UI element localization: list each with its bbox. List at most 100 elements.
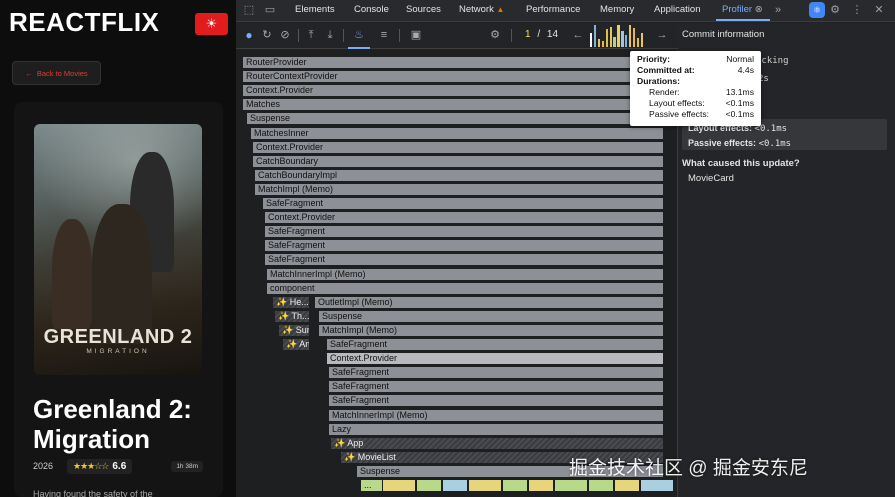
flamegraph-child-node[interactable] [614, 479, 640, 492]
flamegraph-node[interactable]: RouterProvider [242, 56, 664, 69]
flamegraph-node[interactable]: MatchInnerImpl (Memo) [328, 408, 664, 422]
record-icon[interactable]: ● [242, 28, 256, 42]
next-commit-icon[interactable]: → [655, 28, 669, 42]
commit-bar[interactable] [621, 31, 624, 47]
flamegraph-child-node[interactable] [640, 479, 674, 492]
tab-console[interactable]: Console [354, 4, 389, 15]
flamegraph-node[interactable]: CatchBoundaryImpl [254, 168, 664, 182]
flamegraph-node[interactable]: CatchBoundary [252, 154, 664, 168]
flamegraph-node[interactable]: SafeFragment [264, 225, 664, 239]
flamegraph-node[interactable]: SafeFragment [328, 394, 664, 408]
flamegraph-node[interactable]: MatchImpl (Memo) [254, 182, 664, 196]
kebab-menu-icon[interactable]: ⋮ [850, 3, 864, 17]
clear-profile-icon[interactable]: ⊘ [278, 28, 292, 42]
commit-bar[interactable] [597, 39, 601, 47]
commit-bar[interactable] [640, 33, 644, 47]
flamegraph-node[interactable]: Context.Provider [252, 140, 664, 154]
flamegraph-node[interactable]: SafeFragment [264, 239, 664, 253]
passive-effects-label: Passive effects: [688, 138, 757, 148]
flamegraph-node-label: He... [289, 296, 309, 307]
flamegraph-node[interactable]: SafeFragment [328, 366, 664, 380]
previous-commit-icon[interactable]: ← [571, 28, 585, 42]
profiler-settings-icon[interactable]: ⚙ [488, 28, 502, 42]
flamegraph-child-node[interactable] [468, 479, 502, 492]
commit-bar[interactable] [629, 25, 632, 47]
flamegraph-child-node[interactable] [416, 479, 442, 492]
flamegraph-node[interactable]: component [266, 281, 664, 295]
commit-bar[interactable] [632, 28, 636, 47]
download-icon[interactable]: ⤓ [323, 28, 337, 42]
tab-elements[interactable]: Elements [295, 4, 335, 15]
flamegraph-node[interactable]: SafeFragment [328, 380, 664, 394]
tab-sources[interactable]: Sources [406, 4, 441, 15]
brand-logo[interactable]: REACTFLIX [9, 7, 159, 38]
commit-bar[interactable] [609, 27, 612, 47]
flamegraph-node[interactable]: Matches [242, 98, 664, 112]
commit-bar[interactable] [590, 33, 593, 47]
flamegraph-node[interactable]: ✨ App [330, 436, 664, 450]
more-tabs-icon[interactable]: » [771, 3, 785, 17]
movie-poster: GREENLAND 2 MIGRATION [34, 124, 202, 375]
flamegraph-child-node[interactable] [554, 479, 588, 492]
tooltip-passive-row: Passive effects: <0.1ms [637, 109, 754, 120]
passive-label: Passive effects: [649, 109, 710, 119]
inspect-element-icon[interactable]: ⬚ [242, 3, 256, 17]
flamegraph-node[interactable]: Context.Provider [242, 84, 664, 98]
sun-icon: ☀ [205, 16, 218, 31]
upload-icon[interactable]: ⤒ [304, 28, 318, 42]
layout-value: <0.1ms [725, 98, 754, 108]
flamegraph: RouterProvider RouterContextProvider Conte… [236, 50, 678, 497]
flamegraph-node[interactable]: SafeFragment [264, 253, 664, 267]
priority-value: Normal [726, 54, 754, 64]
theme-toggle-button[interactable]: ☀ [195, 13, 228, 35]
tab-application[interactable]: Application [654, 4, 700, 15]
render-value: 13.1ms [725, 87, 754, 97]
flamegraph-child-node[interactable] [382, 479, 416, 492]
flamegraph-node[interactable]: ✨ Th... [274, 309, 310, 323]
tab-close-icon[interactable]: ⊗ [755, 4, 763, 15]
flamegraph-child-node[interactable] [502, 479, 528, 492]
close-icon[interactable]: ✕ [872, 3, 886, 17]
flamegraph-node[interactable]: Context.Provider [326, 352, 664, 366]
flamegraph-node[interactable]: Suspense [318, 309, 664, 323]
sparkle-icon: ✨ [276, 296, 290, 307]
flamegraph-child-node[interactable] [442, 479, 468, 492]
back-to-movies-button[interactable]: ← Back to Movies [12, 61, 101, 85]
flamegraph-node[interactable]: ✨ He... [272, 295, 310, 309]
tab-memory[interactable]: Memory [600, 4, 634, 15]
tab-profiler[interactable]: Profiler ⊗ [722, 4, 763, 15]
timeline-icon[interactable]: ▣ [409, 28, 423, 42]
device-toolbar-icon[interactable]: ▭ [263, 3, 277, 17]
flamegraph-node[interactable]: SafeFragment [326, 338, 664, 351]
reload-profile-icon[interactable]: ↻ [260, 28, 274, 42]
flamegraph-node[interactable]: OutletImpl (Memo) [314, 295, 664, 309]
flamegraph-node[interactable]: MatchImpl (Memo) [318, 323, 664, 337]
tooltip-render-row: Render: 13.1ms [637, 87, 754, 98]
flamegraph-node[interactable]: Suspense [246, 112, 664, 126]
tab-network[interactable]: Network ▲ [459, 4, 504, 15]
flamegraph-node[interactable]: RouterContextProvider [242, 70, 664, 84]
commit-bar[interactable] [601, 41, 605, 47]
tab-performance[interactable]: Performance [526, 4, 580, 15]
commit-selector-chart[interactable] [590, 25, 646, 47]
commit-bar[interactable] [605, 29, 608, 47]
commit-bar[interactable] [636, 38, 640, 47]
flamegraph-node[interactable]: MatchInnerImpl (Memo) [266, 267, 664, 281]
flamegraph-node[interactable]: Context.Provider [264, 211, 664, 225]
flamegraph-node[interactable]: ✨ Ano... [282, 338, 310, 351]
extension-badge-icon[interactable]: ⚛ [809, 2, 825, 18]
flamegraph-node[interactable]: Lazy [328, 422, 664, 436]
flamegraph-child-node[interactable] [528, 479, 554, 492]
commit-bar[interactable] [613, 37, 616, 47]
update-cause-item[interactable]: MovieCard [688, 173, 734, 184]
commit-bar[interactable] [593, 25, 597, 47]
gear-icon[interactable]: ⚙ [828, 3, 842, 17]
commit-bar[interactable] [625, 35, 628, 47]
flamegraph-node[interactable]: SafeFragment [262, 197, 664, 210]
active-tab-indicator [716, 19, 770, 21]
ranked-chart-icon[interactable]: ≡ [377, 28, 391, 42]
flamegraph-node[interactable]: MatchesInner [250, 126, 664, 140]
flamegraph-node[interactable]: ✨ Sun [278, 323, 310, 337]
commit-bar[interactable] [617, 25, 620, 47]
flamegraph-child-node[interactable] [588, 479, 614, 492]
